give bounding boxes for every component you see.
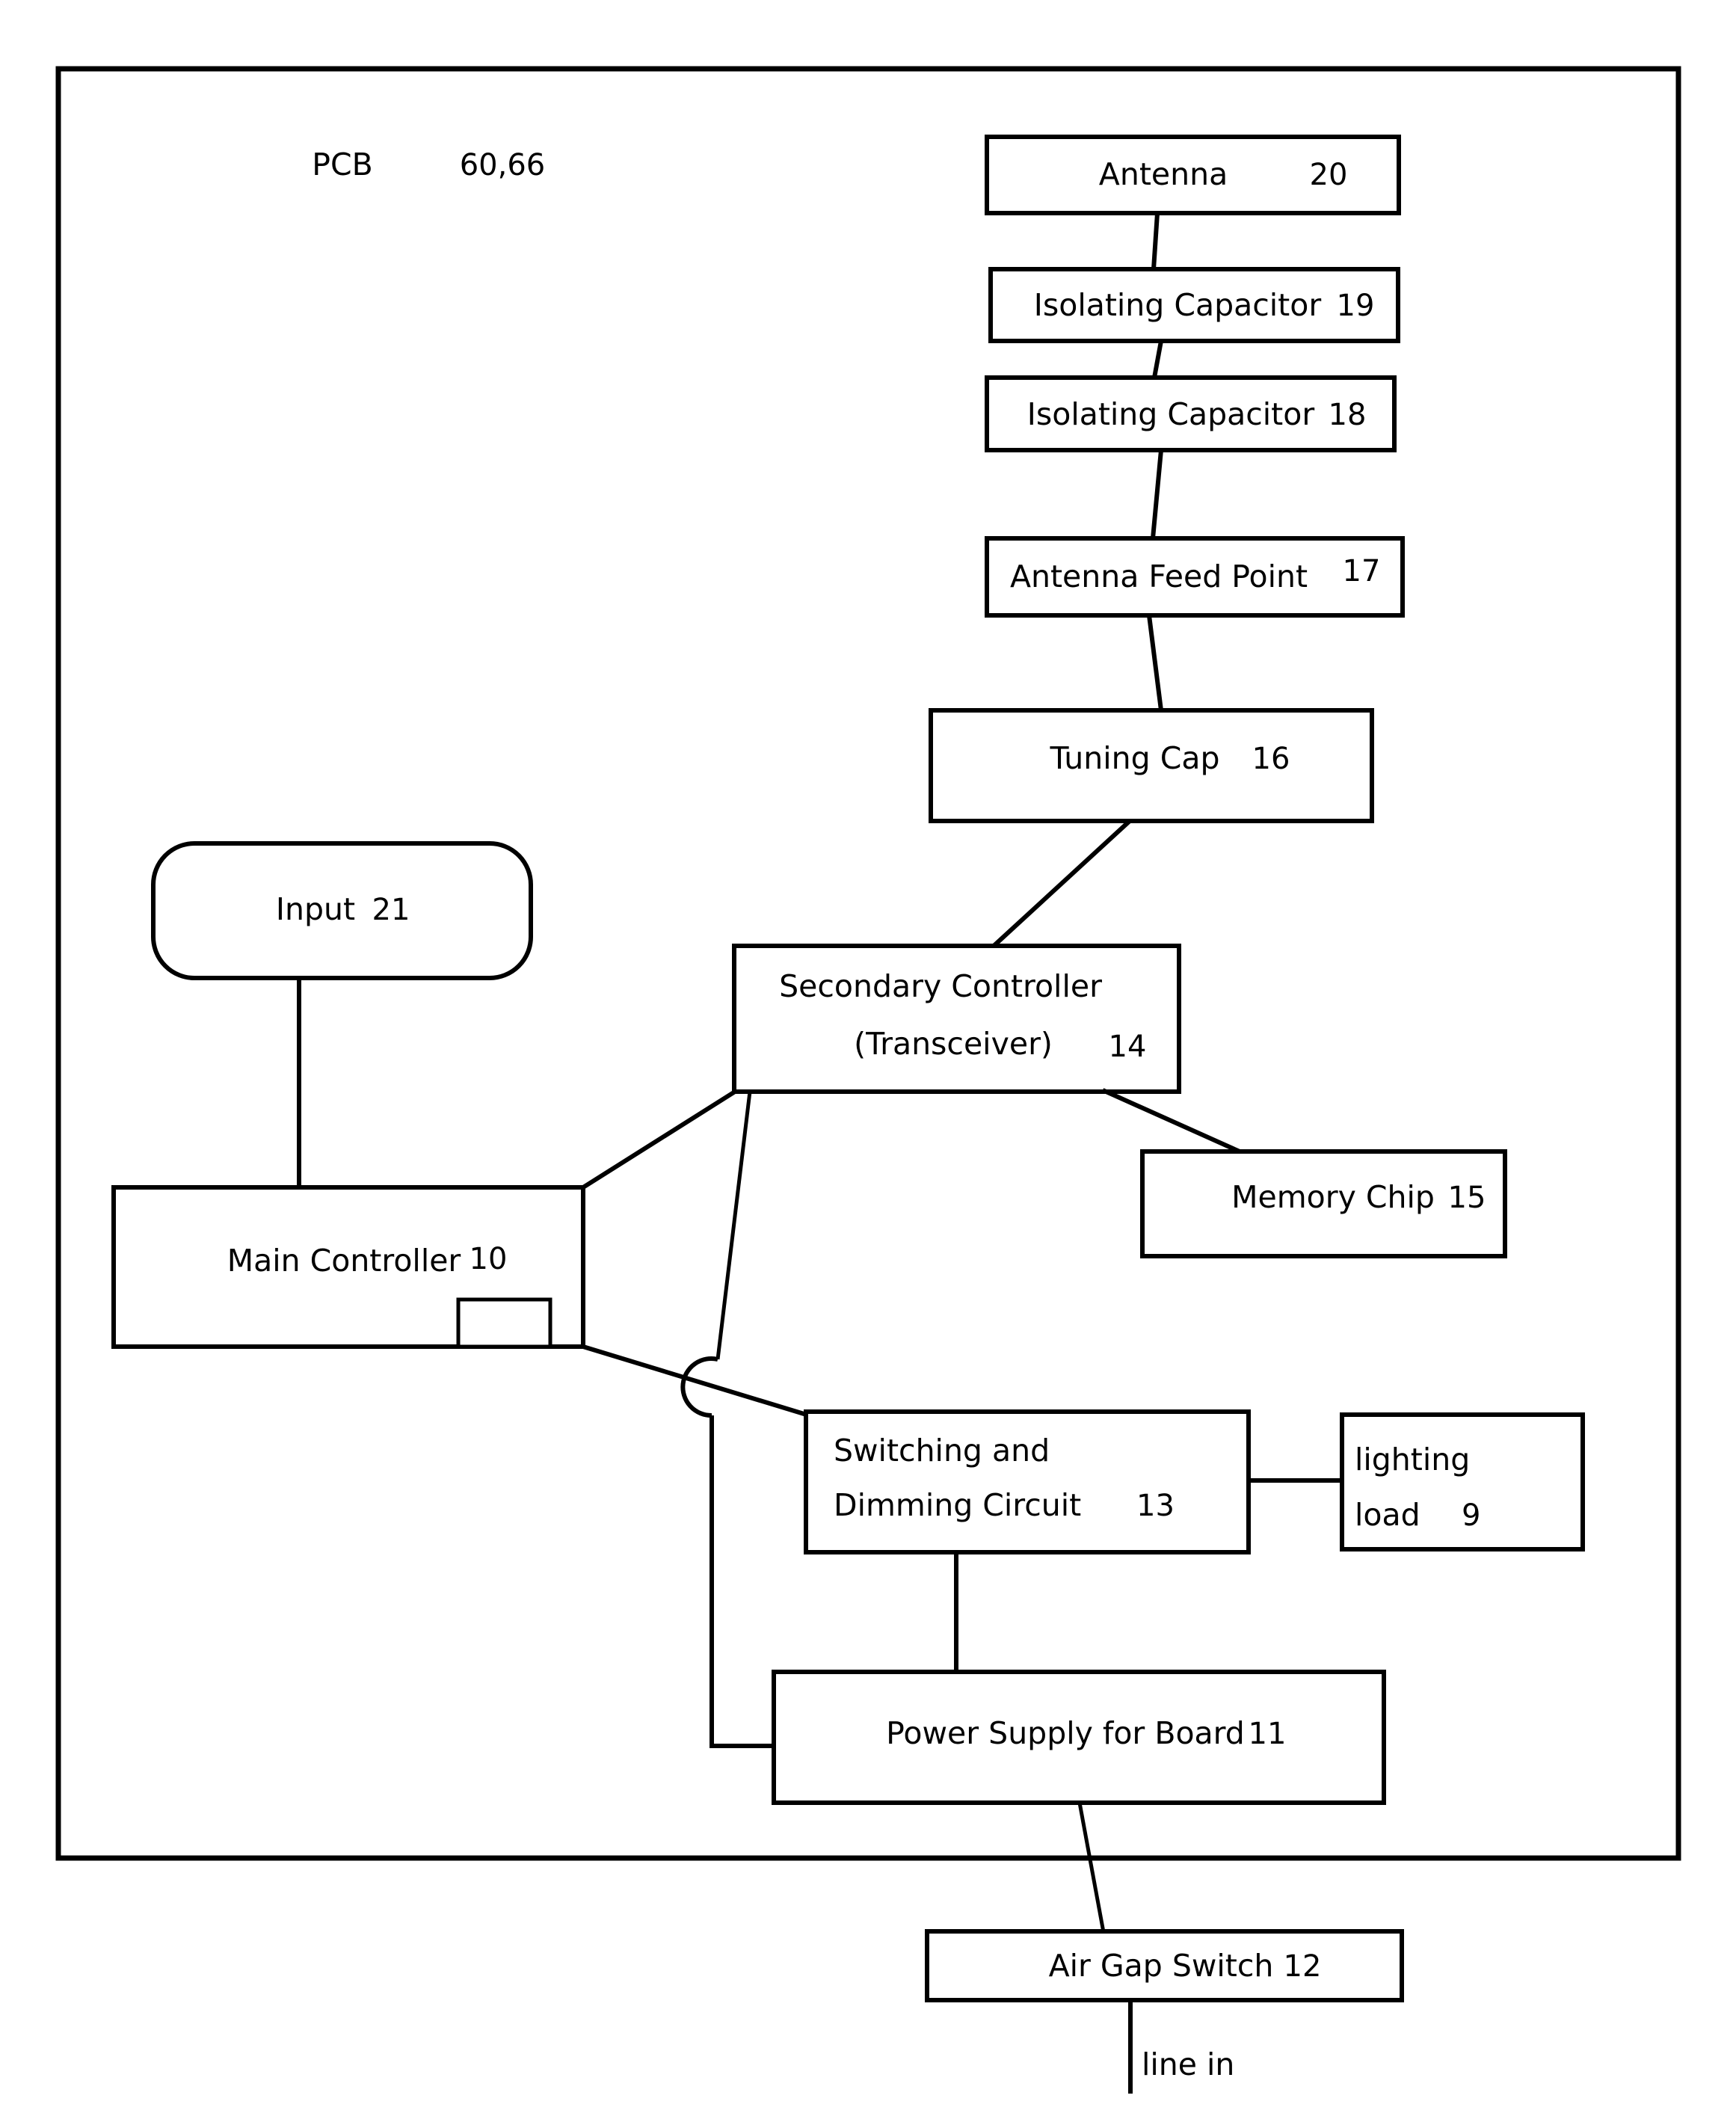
block-main-controller-ref: 10: [470, 1242, 508, 1276]
wire-secondary-controller-to-power-supply-upper: [715, 1091, 752, 1360]
block-isolating-capacitor-18-ref: 18: [1329, 398, 1367, 432]
block-memory-chip-ref: 15: [1448, 1181, 1486, 1215]
main-controller-inner-module: [456, 1297, 552, 1349]
wire-main-controller-to-switching-dimming-circuit: [582, 1344, 810, 1418]
block-switching-dimming-circuit-ref: 13: [1136, 1489, 1175, 1523]
wire-tuning-cap-to-secondary-controller: [990, 819, 1132, 950]
block-isolating-capacitor-18-label: Isolating Capacitor: [1027, 396, 1315, 432]
block-switching-dimming-circuit-label-line1: Switching and: [834, 1433, 1050, 1469]
block-isolating-capacitor-19-label: Isolating Capacitor: [1034, 287, 1322, 323]
block-antenna-ref: 20: [1310, 158, 1348, 192]
wire-antenna-feed-point-to-tuning-cap: [1147, 615, 1163, 711]
figure-canvas: PCB 60,66 Antenna 20 Isolating Capacitor…: [0, 0, 1736, 2122]
block-secondary-controller-ref: 14: [1109, 1030, 1147, 1064]
pcb-label: PCB: [312, 147, 372, 182]
block-input-label: Input: [276, 891, 355, 927]
block-lighting-load-label-line2: load: [1355, 1497, 1420, 1533]
block-tuning-cap-label: Tuning Cap: [1049, 740, 1219, 776]
block-memory-chip-label: Memory Chip: [1231, 1179, 1435, 1215]
wire-antenna-to-isolating-capacitor-19: [1151, 212, 1160, 270]
wire-secondary-controller-to-memory-chip: [1101, 1088, 1241, 1154]
wire-isolating-capacitor-18-to-antenna-feed-point: [1151, 449, 1163, 539]
block-tuning-cap-ref: 16: [1252, 742, 1290, 776]
pcb-ref-number: 60,66: [460, 148, 546, 182]
block-secondary-controller-label-line2: (Transceiver): [854, 1026, 1053, 1062]
block-lighting-load-ref: 9: [1462, 1498, 1480, 1533]
wire-main-controller-to-secondary-controller: [582, 1089, 736, 1190]
block-antenna-label: Antenna: [1099, 156, 1228, 192]
block-diagram: PCB 60,66 Antenna 20 Isolating Capacitor…: [55, 66, 1681, 2094]
block-antenna-feed-point-label: Antenna Feed Point: [1010, 559, 1308, 594]
block-lighting-load-label-line1: lighting: [1355, 1442, 1470, 1477]
block-air-gap-switch-label: Air Gap Switch: [1049, 1948, 1274, 1984]
line-in-label: line in: [1142, 2046, 1234, 2082]
block-secondary-controller-label-line1: Secondary Controller: [779, 968, 1102, 1004]
block-air-gap-switch-ref: 12: [1284, 1949, 1322, 1984]
block-switching-dimming-circuit-label-line2: Dimming Circuit: [834, 1487, 1081, 1523]
block-input-ref: 21: [372, 893, 410, 927]
block-antenna-feed-point-ref: 17: [1343, 554, 1381, 588]
block-isolating-capacitor-19-ref: 19: [1337, 289, 1375, 323]
block-main-controller-label: Main Controller: [227, 1243, 461, 1279]
wire-isolating-capacitor-19-to-18: [1152, 340, 1163, 378]
wire-secondary-controller-to-power-supply-lower: [710, 1415, 774, 1748]
block-power-supply-label: Power Supply for Board: [886, 1715, 1245, 1751]
block-power-supply-ref: 11: [1249, 1717, 1287, 1751]
